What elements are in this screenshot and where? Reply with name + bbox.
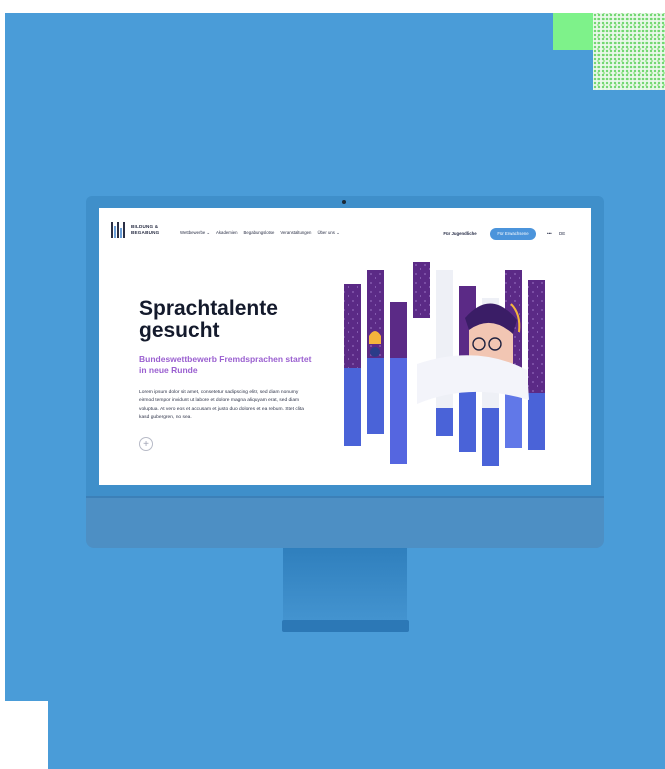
hero-subtitle: Bundeswettbewerb Fremdsprachen startet i… (139, 354, 312, 375)
illustration-strip (482, 298, 499, 466)
illustration-strip (367, 358, 384, 434)
background-panel-lower (48, 700, 665, 769)
illustration-strip (505, 378, 522, 448)
illustration-strip (413, 262, 430, 434)
illustration-strip (344, 368, 361, 446)
camera-dot (342, 200, 346, 204)
logo-text: BILDUNG & BEGABUNG (131, 224, 160, 235)
menu-item-veranstaltungen[interactable]: Veranstaltungen (280, 230, 311, 236)
character-hair (465, 303, 517, 334)
decorative-pattern (593, 13, 665, 90)
monitor-screen: BILDUNG & BEGABUNG Wettbewerbe ⌄ Akademi… (99, 208, 591, 485)
illustration-strip (528, 393, 545, 450)
monitor-stand (283, 548, 407, 622)
illustration-strip (528, 280, 545, 450)
language-switch[interactable]: DE (559, 231, 565, 236)
illustration-strip (482, 408, 499, 466)
headset (510, 303, 521, 333)
scarf (417, 355, 529, 404)
header-utilities: ••• DE (547, 231, 565, 236)
monitor-foot (282, 620, 409, 632)
hero-body-text: Lorem ipsum dolor sit amet, consetetur s… (139, 390, 305, 420)
character-face (469, 314, 513, 380)
illustration-strip (390, 302, 407, 464)
hero-title: Sprachtalente gesucht (139, 297, 278, 342)
illustration-strip (413, 318, 430, 434)
glasses-lens (472, 337, 486, 351)
more-dots-icon[interactable]: ••• (547, 231, 552, 236)
decorative-square (553, 13, 593, 50)
microphone (369, 331, 381, 344)
menu-item-wettbewerbe[interactable]: Wettbewerbe ⌄ (180, 230, 210, 236)
illustration-strip (390, 358, 407, 464)
menu-item-begabungslotse[interactable]: Begabungslotse (244, 230, 275, 236)
glasses-lens (488, 337, 502, 351)
site-logo[interactable]: BILDUNG & BEGABUNG (111, 222, 175, 240)
illustration-strip (367, 270, 384, 434)
illustration-strip (459, 286, 476, 452)
monitor-chin (86, 496, 604, 548)
adults-button[interactable]: Für Erwachsene (490, 228, 536, 240)
plus-icon[interactable]: + (139, 437, 153, 451)
youth-button[interactable]: Für Jugendliche (436, 228, 484, 240)
microphone-head (370, 347, 380, 357)
site-header: BILDUNG & BEGABUNG Wettbewerbe ⌄ Akademi… (99, 208, 591, 250)
illustration-strip (344, 284, 361, 446)
illustration-strip (459, 388, 476, 452)
illustration-strip (505, 270, 522, 448)
illustration-strip (436, 270, 453, 436)
main-menu: Wettbewerbe ⌄ Akademien Begabungslotse V… (180, 230, 340, 236)
illustration-strip (436, 408, 453, 436)
menu-item-ueber-uns[interactable]: Über uns ⌄ (317, 230, 339, 236)
logo-bars-icon (111, 222, 127, 238)
menu-item-akademien[interactable]: Akademien (216, 230, 238, 236)
